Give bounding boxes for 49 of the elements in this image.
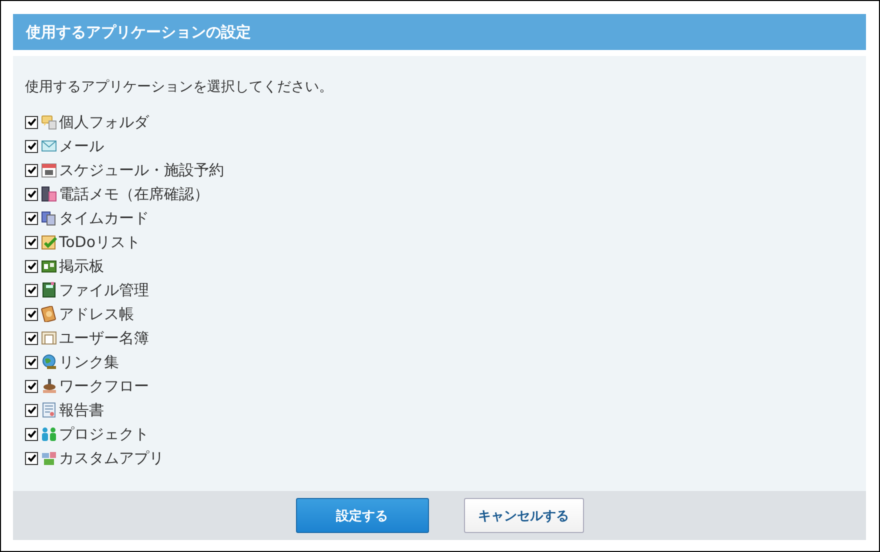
instruction-text: 使用するアプリケーションを選択してください。: [25, 78, 334, 96]
checkbox[interactable]: [25, 428, 38, 440]
checkbox[interactable]: [25, 284, 38, 296]
people-icon: [41, 426, 57, 442]
app-label: ToDoリスト: [59, 232, 141, 252]
app-label: ファイル管理: [59, 280, 149, 300]
app-label: 電話メモ（在席確認）: [59, 184, 209, 204]
checkbox[interactable]: [25, 380, 38, 392]
app-label: ワークフロー: [59, 376, 149, 396]
checked-note-icon: [41, 234, 57, 250]
app-label: リンク集: [59, 352, 119, 372]
checkbox[interactable]: [25, 140, 38, 152]
app-label: カスタムアプリ: [59, 448, 164, 468]
phone-icon: [41, 186, 57, 202]
save-button[interactable]: 設定する: [296, 498, 428, 533]
app-label: 掲示板: [59, 256, 104, 276]
checkbox[interactable]: [25, 452, 38, 464]
app-label: プロジェクト: [59, 424, 149, 444]
blocks-icon: [41, 450, 57, 466]
checkbox[interactable]: [25, 260, 38, 272]
app-label: 報告書: [59, 400, 104, 420]
stamp-icon: [41, 378, 57, 394]
app-label: アドレス帳: [59, 304, 134, 324]
envelope-icon: [41, 138, 57, 154]
checkbox[interactable]: [25, 356, 38, 368]
checkbox[interactable]: [25, 332, 38, 344]
app-label: ユーザー名簿: [59, 328, 149, 348]
directory-icon: [41, 330, 57, 346]
checkbox[interactable]: [25, 236, 38, 248]
report-icon: [41, 402, 57, 418]
cards-icon: [41, 210, 57, 226]
address-book-icon: [41, 306, 57, 322]
checkbox[interactable]: [25, 164, 38, 176]
cancel-button[interactable]: キャンセルする: [464, 498, 584, 533]
checkbox[interactable]: [25, 308, 38, 320]
globe-icon: [41, 354, 57, 370]
board-icon: [41, 258, 57, 274]
checkbox[interactable]: [25, 188, 38, 200]
speech-bubble-icon: [41, 114, 57, 130]
checkbox[interactable]: [25, 212, 38, 224]
calendar-icon: [41, 162, 57, 178]
app-label: タイムカード: [59, 208, 149, 228]
app-label: メール: [59, 136, 104, 156]
binder-icon: [41, 282, 57, 298]
checkbox[interactable]: [25, 404, 38, 416]
dialog-title: 使用するアプリケーションの設定: [13, 14, 866, 50]
checkbox[interactable]: [25, 116, 38, 128]
app-label: 個人フォルダ: [59, 112, 149, 132]
app-label: スケジュール・施設予約: [59, 160, 224, 180]
